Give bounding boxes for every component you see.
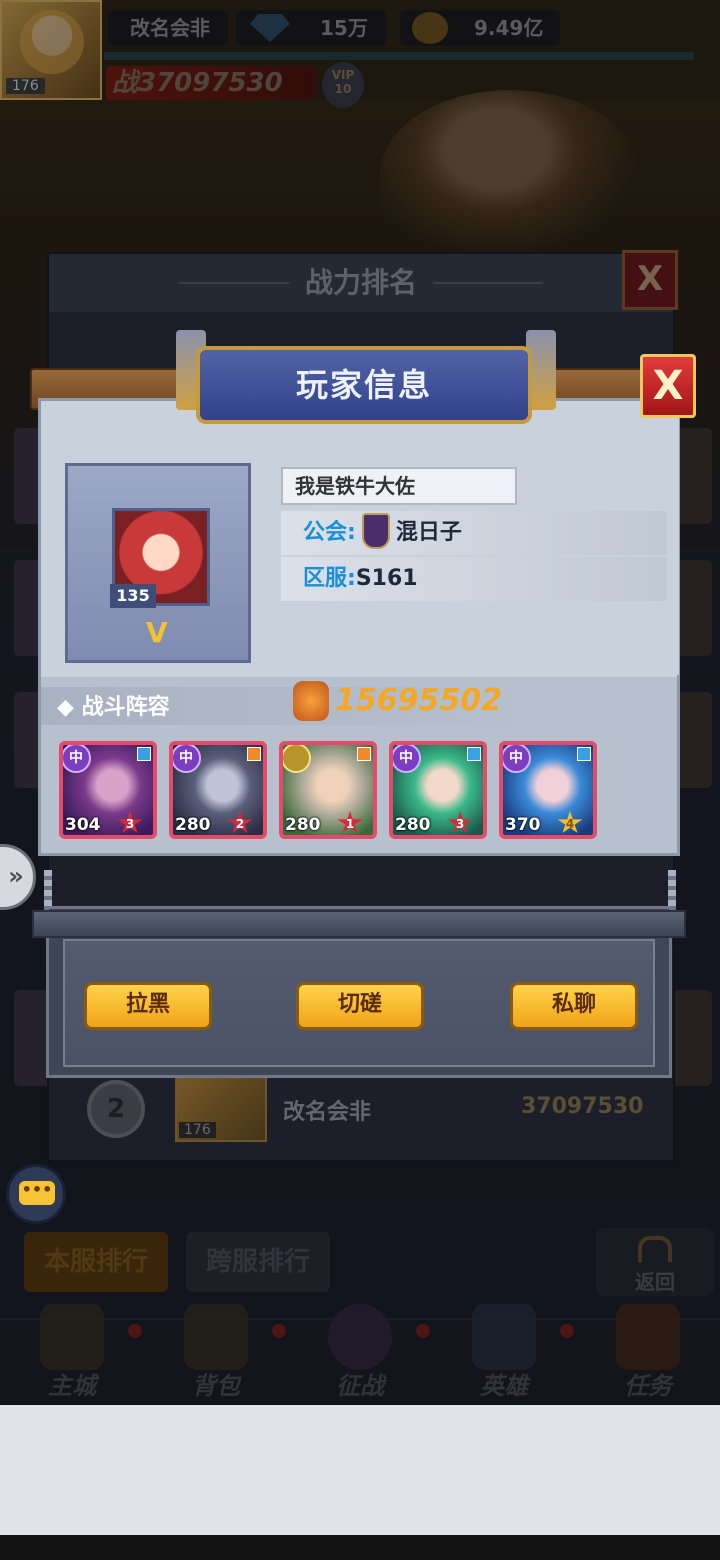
class-icon	[467, 747, 481, 761]
action-frame-bar	[32, 910, 686, 938]
chat-bubble-icon: •••	[19, 1181, 55, 1205]
class-icon	[247, 747, 261, 761]
class-icon	[577, 747, 591, 761]
hero-card[interactable]: 中 304 3	[59, 741, 157, 839]
player-info-title: 玩家信息	[196, 346, 532, 424]
player-avatar-frame: 135 V	[65, 463, 251, 663]
system-bar	[0, 1535, 720, 1560]
block-button[interactable]: 拉黑	[84, 982, 212, 1030]
player-info-modal: 135 V 我是铁牛大佐 公会: 混日子 区服:S161 ◆ 战斗阵容 15695…	[38, 398, 680, 856]
faction-icon: 中	[173, 745, 201, 773]
hero-level: 370	[505, 815, 541, 835]
hero-card[interactable]: 280 1	[279, 741, 377, 839]
hero-level: 280	[285, 815, 321, 835]
guild-row: 公会: 混日子	[281, 511, 667, 555]
guild-key: 公会:	[303, 520, 356, 545]
guild-name: 混日子	[395, 520, 462, 545]
class-icon	[137, 747, 151, 761]
hero-level: 304	[65, 815, 101, 835]
bottom-blank-area	[0, 1405, 720, 1535]
vip-mark: V	[146, 616, 168, 649]
hero-level: 280	[175, 815, 211, 835]
leaf-faction-icon	[283, 745, 311, 773]
hero-level: 280	[395, 815, 431, 835]
faction-icon: 中	[393, 745, 421, 773]
fist-power-icon	[293, 681, 329, 721]
server-key: 区服:	[303, 566, 356, 591]
player-profile-section: 135 V 我是铁牛大佐 公会: 混日子 区服:S161	[43, 415, 679, 675]
player-name: 我是铁牛大佐	[281, 467, 517, 505]
server-row: 区服:S161	[281, 557, 667, 601]
hero-card[interactable]: 中 370 4	[499, 741, 597, 839]
lineup-power: 15695502	[335, 683, 502, 718]
lineup-title: ◆ 战斗阵容	[57, 695, 170, 720]
guild-emblem-icon	[361, 513, 390, 549]
hero-card[interactable]: 中 280 2	[169, 741, 267, 839]
faction-icon: 中	[503, 745, 531, 773]
battle-lineup-section: ◆ 战斗阵容 15695502 中 304 3 中 280 2 280 1 中	[41, 677, 677, 853]
class-icon	[357, 747, 371, 761]
duel-button[interactable]: 切磋	[296, 982, 424, 1030]
lineup-title-text: 战斗阵容	[81, 695, 170, 720]
server-name: S161	[355, 566, 418, 591]
player-info-close-button[interactable]: X	[640, 354, 696, 418]
hero-card[interactable]: 中 280 3	[389, 741, 487, 839]
faction-icon: 中	[63, 745, 91, 773]
player-level-badge: 135	[110, 584, 156, 608]
chat-button[interactable]: •••	[6, 1164, 66, 1224]
private-chat-button[interactable]: 私聊	[510, 982, 638, 1030]
